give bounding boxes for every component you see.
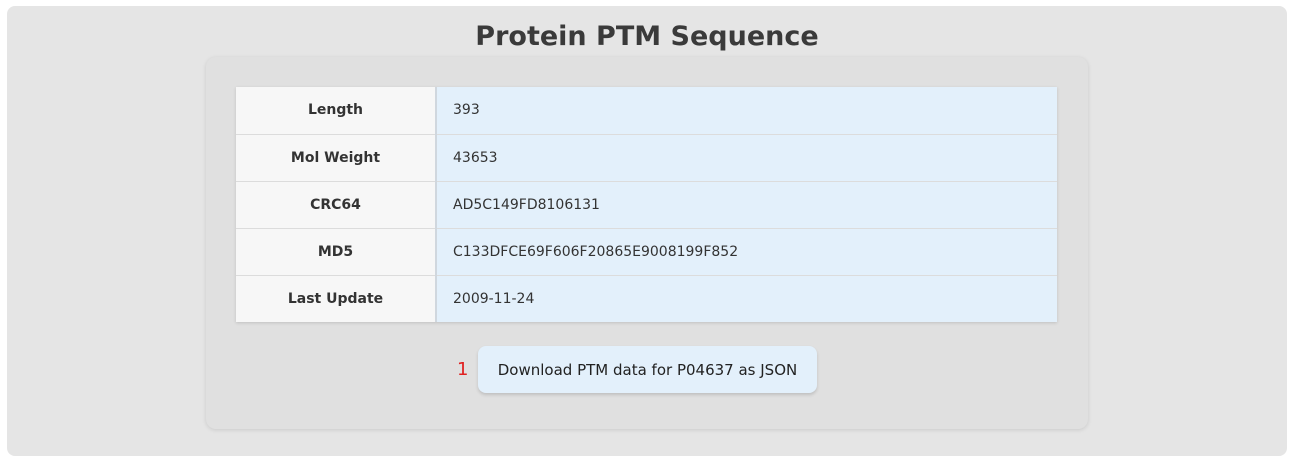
row-label-length: Length — [236, 87, 437, 135]
row-label-md5: MD5 — [236, 228, 437, 276]
row-value-mol-weight: 43653 — [436, 134, 1057, 182]
row-label-last-update: Last Update — [236, 275, 437, 322]
table-row: Mol Weight 43653 — [236, 134, 1057, 182]
row-value-length: 393 — [436, 87, 1057, 135]
info-card: Length 393 Mol Weight 43653 CRC64 AD5C14… — [206, 57, 1088, 429]
row-label-crc64: CRC64 — [236, 181, 437, 229]
protein-info-table: Length 393 Mol Weight 43653 CRC64 AD5C14… — [236, 87, 1057, 322]
page-title: Protein PTM Sequence — [475, 21, 819, 52]
download-json-button[interactable]: Download PTM data for P04637 as JSON — [478, 346, 817, 393]
download-action-row: 1 Download PTM data for P04637 as JSON — [206, 346, 1088, 394]
row-label-mol-weight: Mol Weight — [236, 134, 437, 182]
row-value-md5: C133DFCE69F606F20865E9008199F852 — [436, 228, 1057, 276]
row-value-last-update: 2009-11-24 — [436, 275, 1057, 322]
table-row: MD5 C133DFCE69F606F20865E9008199F852 — [236, 228, 1057, 276]
outer-panel: Protein PTM Sequence Length 393 Mol Weig… — [7, 6, 1287, 456]
table-row: Length 393 — [236, 87, 1057, 135]
row-value-crc64: AD5C149FD8106131 — [436, 181, 1057, 229]
table-row: Last Update 2009-11-24 — [236, 275, 1057, 322]
row-number-marker: 1 — [457, 359, 469, 380]
table-row: CRC64 AD5C149FD8106131 — [236, 181, 1057, 229]
